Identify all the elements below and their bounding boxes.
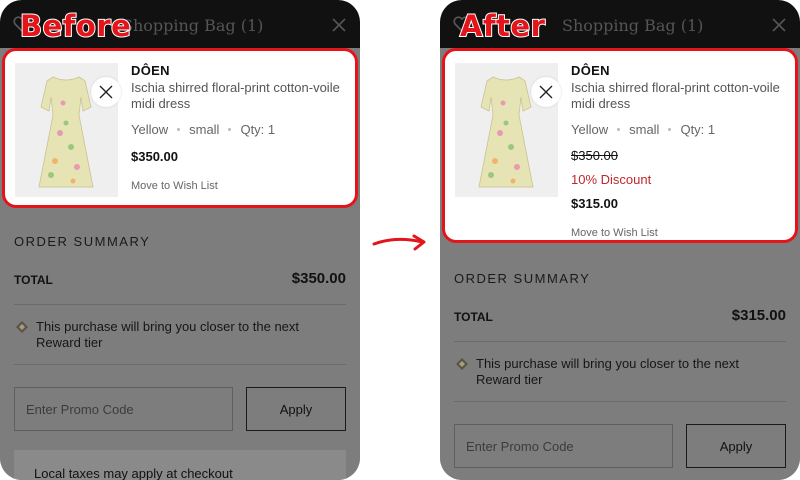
total-value: $315.00 bbox=[731, 307, 786, 324]
cart-item-card: DÔEN Ischia shirred floral-print cotton-… bbox=[442, 48, 798, 243]
close-icon[interactable] bbox=[772, 18, 786, 32]
close-icon bbox=[99, 85, 113, 99]
close-icon[interactable] bbox=[332, 18, 346, 32]
cart-item-card: DÔEN Ischia shirred floral-print cotton-… bbox=[2, 48, 358, 208]
order-summary: ORDER SUMMARY TOTAL $315.00 This purchas… bbox=[454, 271, 786, 468]
product-image[interactable] bbox=[15, 63, 121, 197]
before-screen: Shopping Bag (1) Before DÔEN Ischia shir… bbox=[0, 0, 360, 480]
product-color: Yellow bbox=[131, 122, 169, 137]
right-arrow-icon bbox=[372, 234, 426, 251]
divider bbox=[454, 341, 786, 342]
promo-code-input[interactable]: Enter Promo Code bbox=[454, 424, 673, 468]
product-attributes: Yellow small Qty: 1 bbox=[571, 122, 791, 137]
product-color: Yellow bbox=[571, 122, 609, 137]
page-title: Shopping Bag (1) bbox=[122, 16, 264, 35]
product-size: small bbox=[189, 122, 220, 137]
move-to-wishlist-link[interactable]: Move to Wish List bbox=[131, 180, 351, 192]
product-brand[interactable]: DÔEN bbox=[571, 63, 791, 78]
taxes-notice: Local taxes may apply at checkout bbox=[14, 450, 346, 480]
move-to-wishlist-link[interactable]: Move to Wish List bbox=[571, 227, 791, 239]
product-qty[interactable]: Qty: 1 bbox=[240, 122, 275, 137]
apply-button[interactable]: Apply bbox=[246, 387, 346, 431]
remove-item-button[interactable] bbox=[531, 77, 561, 107]
product-brand[interactable]: DÔEN bbox=[131, 63, 351, 78]
divider bbox=[454, 401, 786, 402]
reward-text: This purchase will bring you closer to t… bbox=[36, 319, 300, 350]
order-summary-title: ORDER SUMMARY bbox=[454, 271, 591, 286]
product-qty[interactable]: Qty: 1 bbox=[680, 122, 715, 137]
total-value: $350.00 bbox=[291, 270, 346, 287]
total-label: TOTAL bbox=[454, 310, 493, 324]
order-summary: ORDER SUMMARY TOTAL $350.00 This purchas… bbox=[14, 234, 346, 480]
divider bbox=[14, 304, 346, 305]
product-size: small bbox=[629, 122, 660, 137]
diamond-reward-icon bbox=[16, 321, 28, 333]
discounted-price: $315.00 bbox=[571, 196, 618, 211]
remove-item-button[interactable] bbox=[91, 77, 121, 107]
reward-text: This purchase will bring you closer to t… bbox=[476, 356, 740, 387]
divider bbox=[14, 364, 346, 365]
page-title: Shopping Bag (1) bbox=[562, 16, 704, 35]
apply-button[interactable]: Apply bbox=[686, 424, 786, 468]
product-attributes: Yellow small Qty: 1 bbox=[131, 122, 351, 137]
before-label: Before bbox=[19, 9, 132, 43]
close-icon bbox=[539, 85, 553, 99]
total-row: TOTAL $350.00 bbox=[14, 268, 346, 294]
total-row: TOTAL $315.00 bbox=[454, 305, 786, 331]
discount-label: 10% Discount bbox=[571, 172, 652, 187]
total-label: TOTAL bbox=[14, 273, 53, 287]
original-price: $350.00 bbox=[571, 148, 618, 163]
promo-code-input[interactable]: Enter Promo Code bbox=[14, 387, 233, 431]
product-price: $350.00 bbox=[131, 149, 178, 164]
order-summary-title: ORDER SUMMARY bbox=[14, 234, 151, 249]
product-name[interactable]: Ischia shirred floral-print cotton-voile… bbox=[131, 80, 351, 112]
product-image[interactable] bbox=[455, 63, 561, 197]
product-name[interactable]: Ischia shirred floral-print cotton-voile… bbox=[571, 80, 791, 112]
diamond-reward-icon bbox=[456, 358, 468, 370]
after-screen: Shopping Bag (1) After DÔEN Ischia shirr… bbox=[440, 0, 800, 480]
after-label: After bbox=[459, 9, 546, 43]
